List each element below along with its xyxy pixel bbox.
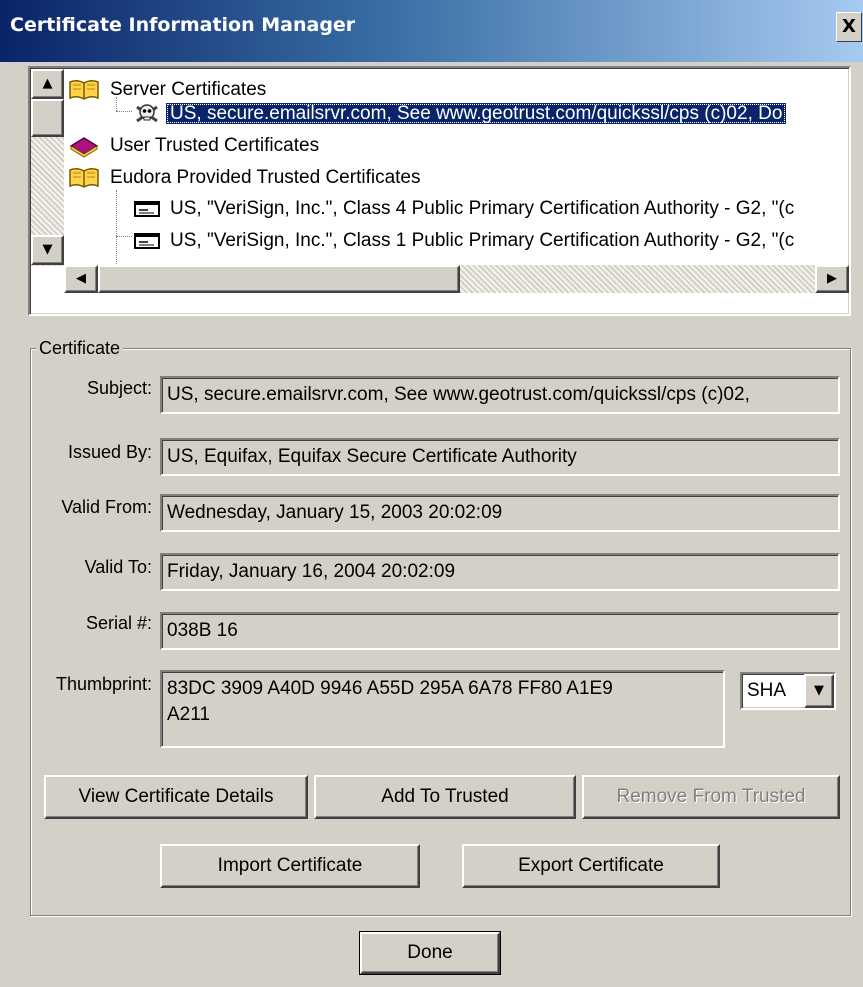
valid-from-field[interactable]: Wednesday, January 15, 2003 20:02:09 bbox=[160, 494, 840, 532]
tree-node-verisign-class4[interactable]: US, "VeriSign, Inc.", Class 4 Public Pri… bbox=[134, 193, 798, 224]
tree-connector bbox=[116, 236, 132, 237]
thumbprint-line: A211 bbox=[167, 704, 210, 725]
tree-node-user-trusted-certificates[interactable]: User Trusted Certificates bbox=[68, 130, 323, 161]
tree-connector bbox=[116, 111, 132, 112]
subject-field[interactable]: US, secure.emailsrvr.com, See www.geotru… bbox=[160, 376, 840, 414]
thumbprint-field[interactable]: 83DC 3909 A40D 9946 A55D 295A 6A78 FF80 … bbox=[160, 670, 725, 748]
hash-algorithm-value: SHA bbox=[747, 680, 787, 701]
serial-label: Serial #: bbox=[85, 613, 152, 633]
remove-from-trusted-button[interactable]: Remove From Trusted bbox=[582, 775, 840, 819]
title-bar: Certificate Information Manager bbox=[0, 0, 863, 62]
valid-to-label: Valid To: bbox=[84, 557, 152, 577]
close-button[interactable]: X bbox=[836, 12, 862, 42]
view-certificate-details-button[interactable]: View Certificate Details bbox=[44, 775, 308, 819]
scroll-up-button[interactable]: ▲ bbox=[31, 69, 64, 99]
vertical-scroll-thumb[interactable] bbox=[31, 99, 64, 137]
tree-content: Server Certificates US, secure.emailsrvr… bbox=[64, 68, 849, 265]
issued-by-label: Issued By: bbox=[67, 442, 152, 462]
window-title: Certificate Information Manager bbox=[10, 14, 356, 36]
valid-to-field[interactable]: Friday, January 16, 2004 20:02:09 bbox=[160, 553, 840, 591]
tree-node-server-cert-emailsrvr[interactable]: US, secure.emailsrvr.com, See www.geotru… bbox=[134, 98, 787, 129]
scroll-right-button[interactable]: ▶ bbox=[815, 265, 849, 293]
done-button[interactable]: Done bbox=[359, 931, 501, 975]
horizontal-scroll-thumb[interactable] bbox=[98, 265, 460, 293]
tree-node-label: US, secure.emailsrvr.com, See www.geotru… bbox=[166, 103, 787, 124]
thumbprint-label: Thumbprint: bbox=[55, 674, 152, 694]
chevron-down-icon[interactable]: ▼ bbox=[804, 674, 834, 708]
certificate-tree[interactable]: ▲ ▼ Server Certificates US, secure.email… bbox=[28, 66, 851, 316]
tree-connector bbox=[116, 190, 117, 265]
tree-node-label: Server Certificates bbox=[110, 79, 267, 100]
open-book-icon bbox=[69, 79, 99, 100]
scroll-left-button[interactable]: ◀ bbox=[64, 265, 98, 293]
subject-label: Subject: bbox=[86, 378, 152, 398]
tree-node-verisign-class1[interactable]: US, "VeriSign, Inc.", Class 1 Public Pri… bbox=[134, 225, 798, 256]
issued-by-field[interactable]: US, Equifax, Equifax Secure Certificate … bbox=[160, 438, 840, 476]
tree-node-label: US, "VeriSign, Inc.", Class 4 Public Pri… bbox=[170, 198, 795, 219]
tree-node-label: Eudora Provided Trusted Certificates bbox=[110, 167, 421, 188]
scroll-down-button[interactable]: ▼ bbox=[31, 235, 64, 265]
hash-algorithm-select[interactable]: SHA ▼ bbox=[740, 672, 836, 710]
certificate-group-label: Certificate bbox=[36, 337, 124, 359]
valid-from-label: Valid From: bbox=[61, 497, 152, 517]
certificate-card-icon bbox=[134, 232, 160, 249]
thumbprint-line: 83DC 3909 A40D 9946 A55D 295A 6A78 FF80 … bbox=[167, 678, 613, 699]
tree-node-label: User Trusted Certificates bbox=[110, 135, 320, 156]
certificate-card-icon bbox=[134, 200, 160, 217]
horizontal-scrollbar[interactable]: ◀ ▶ bbox=[64, 265, 849, 293]
tree-node-eudora-provided-trusted-certificates[interactable]: Eudora Provided Trusted Certificates bbox=[68, 162, 425, 193]
open-book-icon bbox=[69, 167, 99, 188]
export-certificate-button[interactable]: Export Certificate bbox=[462, 844, 720, 888]
vertical-scrollbar[interactable]: ▲ ▼ bbox=[31, 69, 64, 266]
closed-book-icon bbox=[69, 137, 99, 158]
skull-crossbones-icon bbox=[136, 104, 158, 123]
tree-node-label: US, "VeriSign, Inc.", Class 1 Public Pri… bbox=[170, 230, 795, 251]
serial-field[interactable]: 038B 16 bbox=[160, 612, 840, 650]
import-certificate-button[interactable]: Import Certificate bbox=[160, 844, 420, 888]
add-to-trusted-button[interactable]: Add To Trusted bbox=[314, 775, 576, 819]
